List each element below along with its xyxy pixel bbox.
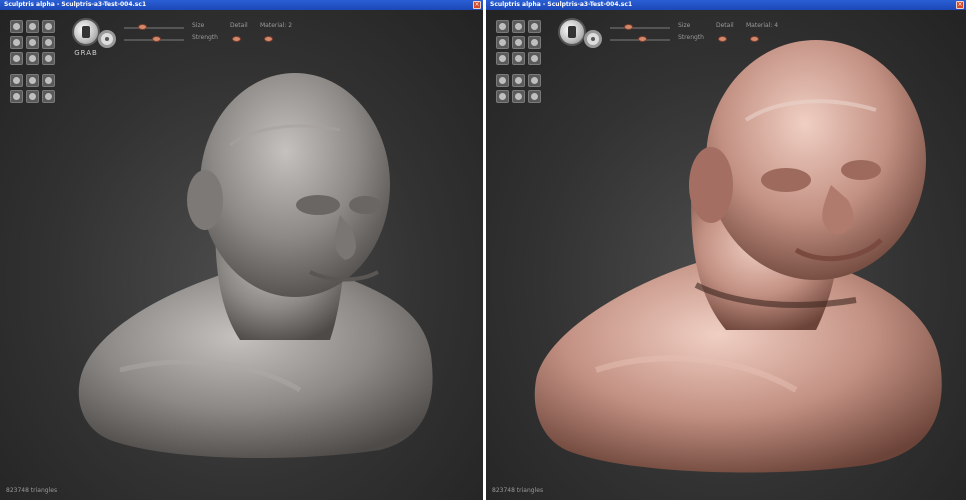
undo-icon[interactable] bbox=[512, 90, 525, 103]
crease-icon[interactable] bbox=[512, 52, 525, 65]
material-label[interactable]: Material: 2 bbox=[260, 22, 292, 29]
window-title: Sculptris alpha - Sculptris-a3-Test-004.… bbox=[4, 1, 147, 8]
strength-slider-knob[interactable] bbox=[638, 36, 647, 42]
inflate-icon[interactable] bbox=[10, 36, 23, 49]
rotate-icon[interactable] bbox=[26, 20, 39, 33]
strength-label: Strength bbox=[678, 34, 704, 41]
brush-falloff-icon[interactable] bbox=[584, 30, 602, 48]
triangle-count: 823748 triangles bbox=[492, 487, 544, 494]
smooth-icon[interactable] bbox=[10, 52, 23, 65]
grab-tool-icon[interactable] bbox=[528, 52, 541, 65]
mask-icon[interactable] bbox=[10, 90, 23, 103]
sculptris-window-right: Sculptris alpha - Sculptris-a3-Test-004.… bbox=[483, 0, 966, 500]
scale-icon[interactable] bbox=[528, 20, 541, 33]
pinch-icon[interactable] bbox=[512, 36, 525, 49]
draw-icon[interactable] bbox=[496, 20, 509, 33]
size-label: Size bbox=[192, 22, 205, 29]
grab-icon[interactable] bbox=[558, 18, 586, 46]
reduce-icon[interactable] bbox=[528, 74, 541, 87]
size-slider[interactable]: Size Detail Material: 2 bbox=[124, 22, 304, 34]
flatten-icon[interactable] bbox=[528, 36, 541, 49]
size-slider-knob[interactable] bbox=[624, 24, 633, 30]
brush-sliders: Size Detail Material: 4 Strength bbox=[610, 22, 790, 46]
redo-icon[interactable] bbox=[42, 90, 55, 103]
material-label[interactable]: Material: 4 bbox=[746, 22, 778, 29]
tool-palette bbox=[10, 20, 55, 103]
sculpted-head-model[interactable] bbox=[0, 10, 483, 500]
flatten-icon[interactable] bbox=[42, 36, 55, 49]
sculpt-viewport[interactable]: GRAB Size Detail Material: 2 Strength 82… bbox=[0, 10, 483, 500]
tool-palette bbox=[496, 20, 541, 103]
inflate-icon[interactable] bbox=[496, 36, 509, 49]
window-titlebar[interactable]: Sculptris alpha - Sculptris-a3-Test-004.… bbox=[486, 0, 966, 10]
detail-slider-knob[interactable] bbox=[718, 36, 727, 42]
crease-icon[interactable] bbox=[26, 52, 39, 65]
size-label: Size bbox=[678, 22, 691, 29]
undo-icon[interactable] bbox=[26, 90, 39, 103]
sculpted-head-model[interactable] bbox=[486, 10, 966, 500]
active-tool-label: GRAB bbox=[74, 49, 98, 57]
symmetry-icon[interactable] bbox=[496, 74, 509, 87]
close-icon[interactable]: × bbox=[956, 1, 964, 9]
size-slider-knob[interactable] bbox=[138, 24, 147, 30]
smooth-icon[interactable] bbox=[496, 52, 509, 65]
symmetry-icon[interactable] bbox=[10, 74, 23, 87]
close-icon[interactable]: × bbox=[473, 1, 481, 9]
material-slider-knob[interactable] bbox=[750, 36, 759, 42]
strength-slider[interactable]: Strength bbox=[124, 34, 304, 46]
triangle-count: 823748 triangles bbox=[6, 487, 58, 494]
sculptris-window-left: Sculptris alpha - Sculptris-a3-Test-004.… bbox=[0, 0, 483, 500]
scale-icon[interactable] bbox=[42, 20, 55, 33]
window-titlebar[interactable]: Sculptris alpha - Sculptris-a3-Test-004.… bbox=[0, 0, 483, 10]
draw-icon[interactable] bbox=[10, 20, 23, 33]
redo-icon[interactable] bbox=[528, 90, 541, 103]
mask-icon[interactable] bbox=[496, 90, 509, 103]
brush-falloff-icon[interactable] bbox=[98, 30, 116, 48]
strength-label: Strength bbox=[192, 34, 218, 41]
size-slider[interactable]: Size Detail Material: 4 bbox=[610, 22, 790, 34]
strength-slider-knob[interactable] bbox=[152, 36, 161, 42]
window-title: Sculptris alpha - Sculptris-a3-Test-004.… bbox=[490, 1, 633, 8]
grab-tool-icon[interactable] bbox=[42, 52, 55, 65]
strength-slider[interactable]: Strength bbox=[610, 34, 790, 46]
wireframe-icon[interactable] bbox=[26, 74, 39, 87]
detail-slider-knob[interactable] bbox=[232, 36, 241, 42]
detail-label: Detail bbox=[716, 22, 734, 29]
grab-icon[interactable] bbox=[72, 18, 100, 46]
wireframe-icon[interactable] bbox=[512, 74, 525, 87]
detail-label: Detail bbox=[230, 22, 248, 29]
sculpt-viewport[interactable]: Size Detail Material: 4 Strength 823748 … bbox=[486, 10, 966, 500]
material-slider-knob[interactable] bbox=[264, 36, 273, 42]
pinch-icon[interactable] bbox=[26, 36, 39, 49]
reduce-icon[interactable] bbox=[42, 74, 55, 87]
rotate-icon[interactable] bbox=[512, 20, 525, 33]
brush-sliders: Size Detail Material: 2 Strength bbox=[124, 22, 304, 46]
